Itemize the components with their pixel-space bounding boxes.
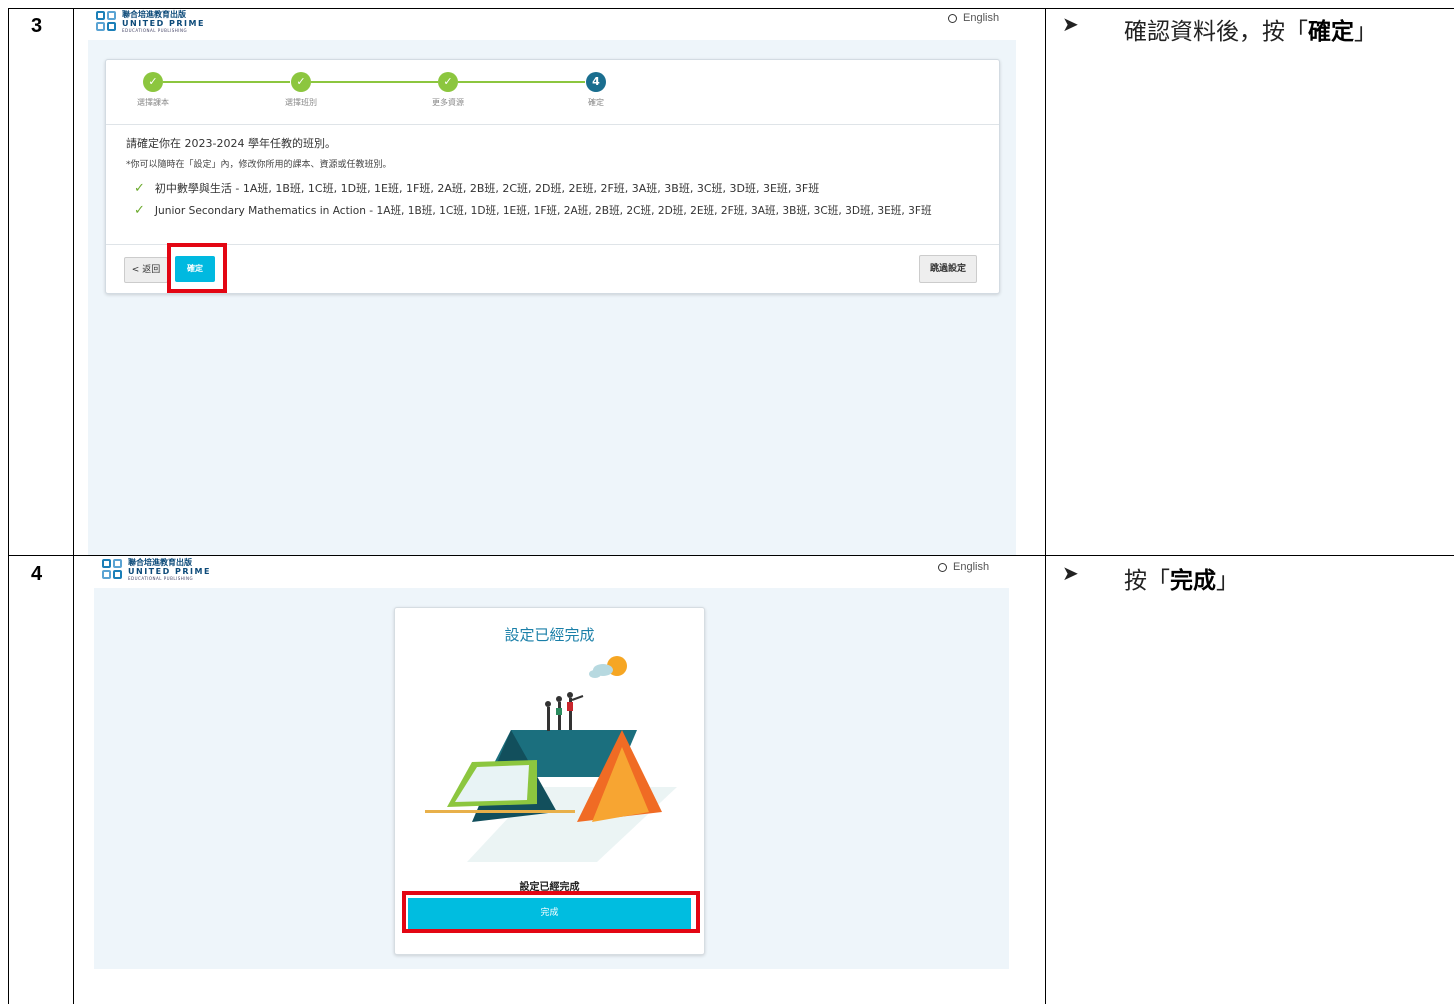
step-label: 確定 [588, 98, 604, 107]
instruction: ➤ 按「完成」 [1062, 561, 1442, 595]
globe-icon [938, 562, 947, 572]
selection-item: ✓ Junior Secondary Mathematics in Action… [134, 203, 932, 218]
step-number: 3 [31, 15, 43, 37]
setup-card: ✓ ✓ ✓ 4 選擇課本 選擇班別 更多資源 確定 請確定你在 2023-202… [105, 59, 1000, 294]
stepper-connector [163, 81, 290, 83]
completion-illustration [425, 656, 677, 862]
completion-title: 設定已經完成 [504, 626, 595, 644]
instruction-prefix: 確認資料後，按「 [1124, 19, 1308, 45]
stepper-connector [458, 81, 585, 83]
screenshot-complete-step: 聯合培進教育出版 UNITED PRIME EDUCATIONAL PUBLIS… [94, 557, 1009, 969]
logo-text-sub: EDUCATIONAL PUBLISHING [128, 576, 194, 581]
step-label: 選擇課本 [137, 98, 169, 107]
highlight-box [402, 891, 700, 933]
highlight-box [167, 243, 227, 293]
selection-text: 初中數學與生活 - 1A班, 1B班, 1C班, 1D班, 1E班, 1F班, … [154, 182, 820, 195]
instruction-prefix: 按「 [1124, 568, 1170, 594]
logo-text-sub: EDUCATIONAL PUBLISHING [122, 28, 188, 33]
checkmark-icon: ✓ [134, 180, 145, 196]
language-switch[interactable]: English [948, 12, 999, 24]
confirm-body: 請確定你在 2023-2024 學年任教的班別。 *你可以隨時在「設定」內，修改… [126, 135, 392, 170]
logo-text-chinese: 聯合培進教育出版 [128, 558, 192, 567]
progress-stepper: ✓ ✓ ✓ 4 選擇課本 選擇班別 更多資源 確定 [106, 60, 999, 125]
skip-setup-button[interactable]: 跳過設定 [919, 255, 977, 283]
language-label: English [963, 12, 1000, 24]
selection-item: ✓ 初中數學與生活 - 1A班, 1B班, 1C班, 1D班, 1E班, 1F班… [134, 180, 819, 196]
step-3-check-icon[interactable]: ✓ [438, 72, 458, 92]
card-footer: < 返回 確定 跳過設定 [106, 244, 999, 293]
instruction-suffix: 」 [1354, 19, 1377, 45]
note-text: *你可以隨時在「設定」內，修改你所用的課本、資源或任教班別。 [126, 160, 392, 170]
step-4-indicator: 4 [586, 72, 606, 92]
step-label: 選擇班別 [285, 98, 317, 107]
logo-text-chinese: 聯合培進教育出版 [122, 10, 186, 19]
table-border-left [8, 8, 9, 1004]
table-row-divider [8, 555, 1454, 556]
stepper-connector [311, 81, 438, 83]
table-column-divider-2 [1045, 8, 1046, 1004]
logo-mark-icon [102, 559, 124, 581]
language-switch[interactable]: English [938, 561, 989, 573]
instruction: ➤ 確認資料後，按「確定」 [1062, 12, 1442, 46]
confirm-text: 請確定你在 2023-2024 學年任教的班別。 [126, 137, 336, 150]
step-1-check-icon[interactable]: ✓ [143, 72, 163, 92]
instruction-keyword: 完成 [1170, 568, 1216, 594]
step-number: 4 [31, 563, 43, 585]
globe-icon [948, 13, 957, 23]
checkmark-icon: ✓ [134, 203, 145, 218]
arrow-bullet-icon: ➤ [1062, 12, 1079, 36]
selection-text: Junior Secondary Mathematics in Action -… [154, 205, 932, 217]
logo-text-english: UNITED PRIME [122, 19, 205, 28]
arrow-bullet-icon: ➤ [1062, 561, 1079, 585]
logo-mark-icon [96, 11, 118, 33]
instruction-keyword: 確定 [1308, 19, 1354, 45]
logo: 聯合培進教育出版 UNITED PRIME EDUCATIONAL PUBLIS… [102, 559, 211, 581]
language-label: English [953, 561, 990, 573]
logo-text-english: UNITED PRIME [128, 567, 211, 576]
table-column-divider-1 [73, 8, 74, 1004]
step-2-check-icon[interactable]: ✓ [291, 72, 311, 92]
logo: 聯合培進教育出版 UNITED PRIME EDUCATIONAL PUBLIS… [96, 11, 205, 33]
back-button[interactable]: < 返回 [124, 257, 168, 283]
instruction-suffix: 」 [1216, 568, 1239, 594]
screenshot-confirm-step: 聯合培進教育出版 UNITED PRIME EDUCATIONAL PUBLIS… [88, 9, 1016, 555]
step-label: 更多資源 [432, 98, 464, 107]
